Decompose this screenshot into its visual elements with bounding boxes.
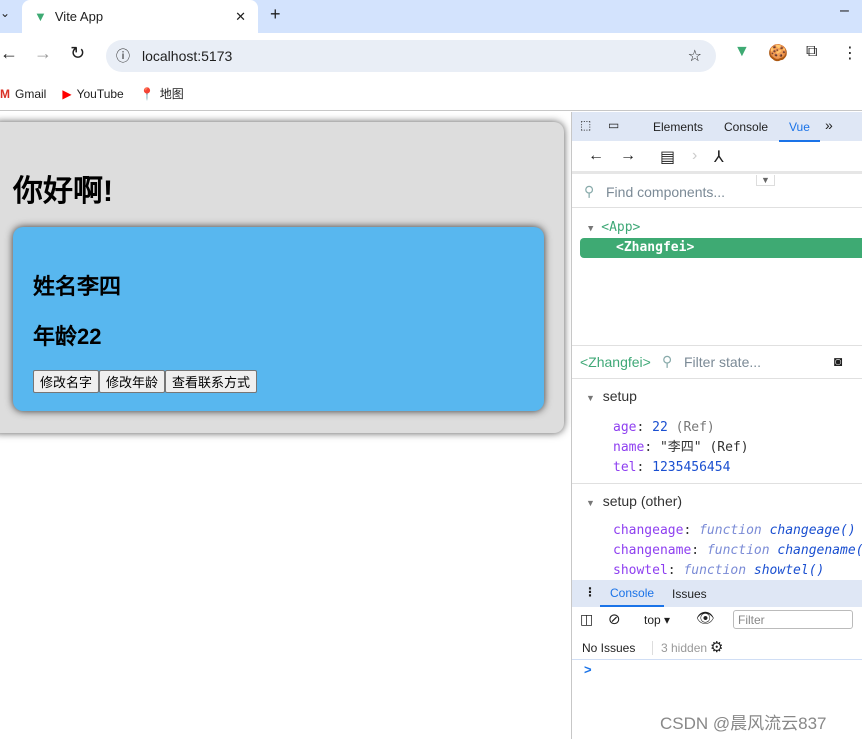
expand-icon[interactable]: ▼ (588, 224, 593, 234)
cookie-extension-icon[interactable]: 🍪 (768, 43, 788, 63)
drawer-menu-icon[interactable]: ⋮ (584, 585, 596, 599)
bookmark-youtube[interactable]: ▶ YouTube (62, 87, 123, 101)
reload-icon[interactable]: ↻ (70, 43, 85, 64)
youtube-icon: ▶ (62, 86, 72, 101)
state-age[interactable]: age: 22 (Ref) (613, 418, 862, 438)
drawer-tabbar: ⋮ Console Issues (572, 580, 862, 607)
console-toolbar: ◫ ⊘ top ▾ 👁 Filter (572, 607, 862, 633)
vue-logo-icon: ▼ (34, 9, 47, 24)
clear-console-icon[interactable]: ⊘ (608, 610, 621, 628)
sidebar-toggle-icon[interactable]: ◫ (580, 611, 593, 628)
close-tab-icon[interactable]: ✕ (235, 9, 246, 25)
section-label: setup (other) (602, 493, 683, 509)
component-tree: ▼ <App> <Zhangfei> (572, 218, 862, 258)
live-expression-eye-icon[interactable]: 👁 (696, 609, 715, 627)
components-icon[interactable]: ▤ (660, 147, 675, 167)
search-icon: ⚲ (584, 183, 595, 199)
component-tree-icon[interactable]: ⅄ (714, 147, 724, 167)
devtools-tabbar: ⬚ ▭ Elements Console Vue » (572, 112, 862, 142)
change-name-button[interactable]: 修改名字 (33, 370, 100, 393)
bookmark-star-icon[interactable]: ☆ (688, 46, 702, 66)
device-toolbar-icon[interactable]: ▭ (608, 118, 619, 132)
state-changename[interactable]: changename: function changename( (613, 541, 862, 561)
back-icon[interactable]: ← (0, 43, 18, 64)
bookmarks-bar: M Gmail ▶ YouTube 📍 地图 (0, 77, 862, 111)
tab-vue[interactable]: Vue (779, 120, 820, 142)
state-changeage[interactable]: changeage: function changeage() (613, 521, 862, 541)
state-header: <Zhangfei> ⚲ Filter state... ◙ (572, 345, 862, 379)
browser-tab[interactable]: ▼ Vite App ✕ (22, 0, 258, 33)
change-age-button[interactable]: 修改年龄 (99, 370, 166, 393)
settings-gear-icon[interactable]: ⚙ (710, 638, 723, 656)
tree-item-app[interactable]: ▼ <App> (572, 218, 862, 238)
app-container: 你好啊! 姓名李四 年龄22 修改名字 修改年龄 查看联系方式 (0, 122, 564, 433)
search-icon: ⚲ (662, 353, 673, 369)
console-prompt[interactable]: > (584, 662, 862, 677)
name-text: 姓名李四 (33, 274, 122, 299)
page-viewport: 你好啊! 姓名李四 年龄22 修改名字 修改年龄 查看联系方式 (0, 112, 571, 739)
drawer-tab-console[interactable]: Console (600, 580, 665, 607)
tree-item-zhangfei[interactable]: <Zhangfei> (580, 238, 862, 258)
find-components-input[interactable]: ⚲ Find components... ▼ (572, 175, 862, 208)
tab-console[interactable]: Console (724, 120, 768, 134)
bookmark-label: Gmail (15, 86, 47, 101)
devtools-panel: ⬚ ▭ Elements Console Vue » ← → ▤ › ⅄ ⚲ F… (571, 112, 862, 739)
context-select[interactable]: top ▾ (644, 613, 670, 627)
minimize-button[interactable]: – (840, 2, 849, 20)
extensions-icon[interactable]: ⧉ (806, 43, 817, 61)
drawer-tab-issues[interactable]: Issues (672, 587, 707, 601)
more-tabs-icon[interactable]: » (825, 117, 833, 133)
find-placeholder: Find components... (606, 184, 726, 200)
state-showtel[interactable]: showtel: function showtel() (613, 561, 862, 580)
zhangfei-card: 姓名李四 年龄22 修改名字 修改年龄 查看联系方式 (13, 227, 544, 411)
no-issues-text: No Issues (582, 641, 636, 655)
vue-toolbar: ← → ▤ › ⅄ (572, 141, 862, 174)
maps-pin-icon: 📍 (139, 86, 155, 101)
tab-strip: ⌄ ▼ Vite App ✕ + – (0, 0, 862, 33)
back-icon[interactable]: ← (588, 147, 604, 165)
page-title: 你好啊! (13, 175, 113, 208)
url-text: localhost:5173 (142, 48, 233, 64)
gmail-icon: M (0, 86, 10, 101)
setup-header[interactable]: ▼ setup (572, 388, 862, 404)
filter-state-input[interactable]: Filter state... (684, 354, 761, 370)
setup-section: ▼ setup age: 22 (Ref) name: "李四" (Ref) t… (572, 388, 862, 478)
bookmark-gmail[interactable]: M Gmail (0, 87, 46, 101)
tree-label: <Zhangfei> (616, 240, 695, 255)
chevron-right-icon: › (692, 147, 698, 164)
menu-icon[interactable]: ⋮ (842, 43, 858, 63)
bookmark-label: YouTube (76, 86, 124, 101)
bookmark-label: 地图 (159, 87, 184, 101)
forward-icon[interactable]: → (34, 43, 52, 64)
section-label: setup (602, 388, 637, 404)
state-name[interactable]: name: "李四" (Ref) (613, 438, 862, 458)
bookmark-maps[interactable]: 📍 地图 (140, 85, 184, 102)
tab-elements[interactable]: Elements (653, 120, 703, 134)
address-bar[interactable]: ⓘ localhost:5173 ☆ (106, 40, 716, 72)
state-tel[interactable]: tel: 1235456454 (613, 458, 862, 478)
watermark: CSDN @晨风流云837 (660, 714, 827, 733)
tab-search-icon[interactable]: ⌄ (0, 6, 10, 20)
vue-devtools-extension-icon[interactable]: ▼ (734, 43, 750, 61)
new-tab-button[interactable]: + (270, 4, 281, 25)
hidden-count[interactable]: 3 hidden (652, 641, 707, 655)
show-tel-button[interactable]: 查看联系方式 (165, 370, 258, 393)
tree-label: <App> (601, 220, 641, 235)
forward-icon[interactable]: → (620, 147, 636, 165)
console-filter-input[interactable]: Filter (733, 610, 853, 629)
tab-title: Vite App (54, 9, 104, 24)
issues-bar: No Issues 3 hidden ⚙ (572, 634, 862, 660)
site-info-icon[interactable]: ⓘ (116, 46, 130, 66)
dropdown-icon[interactable]: ▼ (756, 175, 775, 186)
selected-component: <Zhangfei> (580, 354, 651, 370)
inspect-element-icon[interactable]: ⬚ (580, 118, 591, 132)
open-in-editor-icon[interactable]: ◙ (834, 353, 842, 369)
setup-other-section: ▼ setup (other) changeage: function chan… (572, 483, 862, 580)
age-text: 年龄22 (33, 324, 102, 349)
setup-other-header[interactable]: ▼ setup (other) (572, 493, 862, 509)
